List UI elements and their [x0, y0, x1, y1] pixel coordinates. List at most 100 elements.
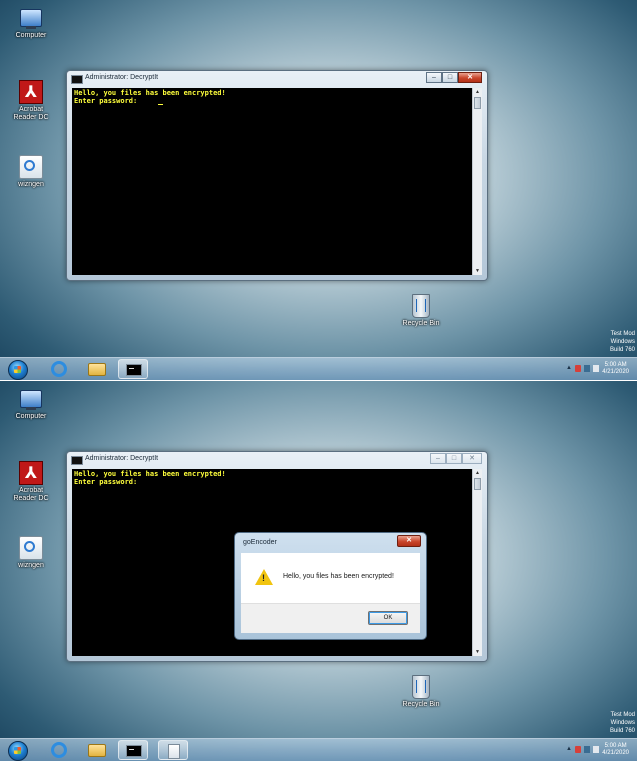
- console-titlebar[interactable]: Administrator: DecryptIt – □ ✕: [67, 71, 487, 87]
- console-output[interactable]: Hello, you files has been encrypted! Ent…: [72, 88, 482, 275]
- taskbar-internet-explorer[interactable]: [44, 359, 74, 379]
- start-button[interactable]: [8, 360, 28, 380]
- scroll-down-icon[interactable]: ▼: [473, 267, 482, 275]
- system-tray: ▲: [566, 365, 599, 372]
- dialog-title: goEncoder: [243, 539, 277, 546]
- internet-explorer-icon: [51, 742, 67, 758]
- taskbar-internet-explorer[interactable]: [44, 740, 74, 760]
- desktop-icon-wizngen[interactable]: wizngen: [8, 155, 54, 189]
- acrobat-reader-icon: ⅄: [19, 80, 43, 104]
- recycle-bin-icon: [412, 294, 430, 318]
- scrollbar-thumb[interactable]: [474, 478, 481, 490]
- taskbar-explorer[interactable]: [82, 740, 112, 760]
- maximize-button[interactable]: □: [446, 453, 462, 464]
- explorer-folder-icon: [88, 744, 106, 757]
- tray-expand-icon[interactable]: ▲: [566, 365, 572, 372]
- clock-date: 4/21/2020: [602, 750, 629, 756]
- console-line: Enter password:: [74, 97, 142, 105]
- desktop-icon-label: Computer: [15, 32, 47, 39]
- text-cursor: [158, 104, 163, 105]
- volume-icon[interactable]: [593, 365, 599, 372]
- scroll-up-icon[interactable]: ▲: [473, 88, 482, 96]
- application-window-icon: [168, 744, 180, 759]
- dialog-close-button[interactable]: ✕: [397, 535, 421, 547]
- start-button[interactable]: [8, 741, 28, 761]
- recycle-bin-icon: [412, 675, 430, 699]
- cmd-icon: [126, 745, 142, 757]
- setup-wizard-icon: [19, 536, 43, 560]
- taskbar-clock[interactable]: 5:00 AM 4/21/2020: [602, 743, 629, 757]
- dialog-body: ! Hello, you files has been encrypted!: [241, 553, 420, 603]
- taskbar: ▲ 5:00 AM 4/21/2020: [0, 738, 637, 761]
- message-box[interactable]: goEncoder ✕ ! Hello, you files has been …: [234, 532, 427, 640]
- watermark-line: Windows: [610, 339, 635, 345]
- console-window[interactable]: Administrator: DecryptIt – □ ✕ Hello, yo…: [66, 70, 488, 281]
- minimize-button[interactable]: –: [426, 72, 442, 83]
- taskbar-explorer[interactable]: [82, 359, 112, 379]
- computer-icon: [20, 390, 42, 410]
- desktop-icon-label: Computer: [15, 413, 47, 420]
- desktop-icon-label: Recycle Bin: [402, 320, 440, 327]
- network-icon[interactable]: [584, 365, 590, 372]
- vertical-scrollbar[interactable]: ▲ ▼: [472, 88, 482, 275]
- watermark-line: Test Mod: [610, 712, 635, 718]
- desktop-icon-acrobat[interactable]: ⅄ Acrobat Reader DC: [8, 80, 54, 122]
- console-line: Enter password:: [74, 478, 142, 486]
- network-icon[interactable]: [584, 746, 590, 753]
- setup-wizard-icon: [19, 155, 43, 179]
- computer-icon: [20, 9, 42, 29]
- taskbar-message-box[interactable]: [158, 740, 188, 760]
- minimize-button[interactable]: –: [430, 453, 446, 464]
- cmd-icon: [71, 75, 83, 84]
- test-mode-watermark: Test Mod Windows Build 760: [610, 330, 635, 354]
- cmd-icon: [71, 456, 83, 465]
- console-titlebar[interactable]: Administrator: DecryptIt – □ ✕: [67, 452, 487, 468]
- desktop-icon-computer[interactable]: Computer: [8, 6, 54, 40]
- close-button[interactable]: ✕: [458, 72, 482, 83]
- test-mode-watermark: Test Mod Windows Build 760: [610, 711, 635, 735]
- maximize-button[interactable]: □: [442, 72, 458, 83]
- taskbar-clock[interactable]: 5:00 AM 4/21/2020: [602, 362, 629, 376]
- internet-explorer-icon: [51, 361, 67, 377]
- watermark-line: Build 760: [609, 347, 635, 353]
- dialog-footer: OK: [241, 603, 420, 633]
- taskbar-cmd[interactable]: [118, 740, 148, 760]
- console-line: Hello, you files has been encrypted!: [74, 470, 226, 478]
- desktop-icon-acrobat[interactable]: ⅄ Acrobat Reader DC: [8, 461, 54, 503]
- taskbar: ▲ 5:00 AM 4/21/2020: [0, 357, 637, 380]
- console-line: Hello, you files has been encrypted!: [74, 89, 226, 97]
- vertical-scrollbar[interactable]: ▲ ▼: [472, 469, 482, 656]
- watermark-line: Test Mod: [610, 331, 635, 337]
- desktop-icon-computer[interactable]: Computer: [8, 387, 54, 421]
- clock-time: 5:00 AM: [604, 743, 627, 749]
- desktop-icon-label: Recycle Bin: [402, 701, 440, 708]
- clock-date: 4/21/2020: [602, 369, 629, 375]
- cmd-icon: [126, 364, 142, 376]
- desktop-icon-label: Acrobat Reader DC: [13, 106, 49, 121]
- desktop-screenshot-top: Computer ⅄ Acrobat Reader DC wizngen Rec…: [0, 0, 637, 380]
- dialog-message: Hello, you files has been encrypted!: [283, 573, 394, 580]
- action-center-icon[interactable]: [575, 746, 581, 753]
- desktop-icon-recycle-bin[interactable]: Recycle Bin: [398, 675, 444, 709]
- desktop-screenshot-bottom: Computer ⅄ Acrobat Reader DC wizngen Rec…: [0, 381, 637, 761]
- close-button[interactable]: ✕: [462, 453, 482, 464]
- desktop-icon-label: Acrobat Reader DC: [13, 487, 49, 502]
- system-tray: ▲: [566, 746, 599, 753]
- scroll-up-icon[interactable]: ▲: [473, 469, 482, 477]
- action-center-icon[interactable]: [575, 365, 581, 372]
- desktop-icon-wizngen[interactable]: wizngen: [8, 536, 54, 570]
- volume-icon[interactable]: [593, 746, 599, 753]
- scrollbar-thumb[interactable]: [474, 97, 481, 109]
- ok-button[interactable]: OK: [368, 611, 408, 625]
- acrobat-reader-icon: ⅄: [19, 461, 43, 485]
- desktop-icon-label: wizngen: [18, 181, 44, 188]
- desktop-icon-label: wizngen: [18, 562, 44, 569]
- watermark-line: Windows: [610, 720, 635, 726]
- desktop-icon-recycle-bin[interactable]: Recycle Bin: [398, 294, 444, 328]
- console-title: Administrator: DecryptIt: [85, 74, 159, 81]
- clock-time: 5:00 AM: [604, 362, 627, 368]
- warning-icon: !: [255, 569, 273, 585]
- scroll-down-icon[interactable]: ▼: [473, 648, 482, 656]
- tray-expand-icon[interactable]: ▲: [566, 746, 572, 753]
- taskbar-cmd[interactable]: [118, 359, 148, 379]
